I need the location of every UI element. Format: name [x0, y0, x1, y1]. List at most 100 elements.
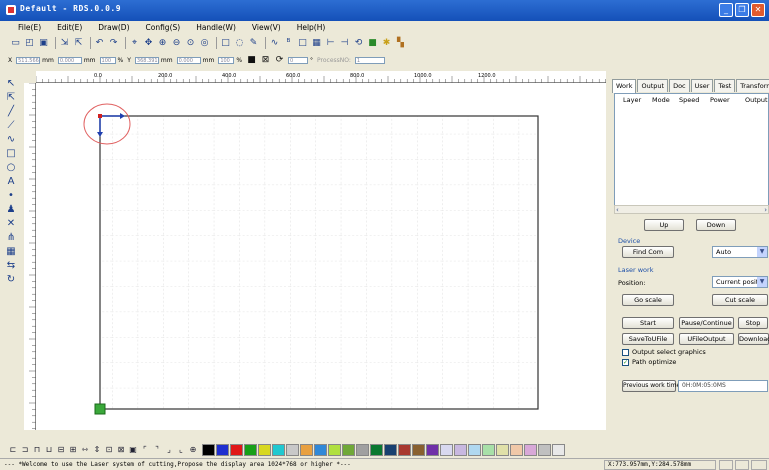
angle-field[interactable]: 0	[288, 56, 309, 64]
align-left-icon[interactable]: ⊏	[8, 445, 18, 455]
align-icon[interactable]: ▦	[311, 38, 322, 49]
top-left-icon[interactable]: ⌜	[140, 445, 150, 455]
rotate-icon[interactable]: ⟲	[353, 38, 364, 49]
pause-continue-button[interactable]: Pause/Continue	[679, 317, 734, 329]
curve-icon[interactable]: ∿	[269, 38, 280, 49]
pan-icon[interactable]: ✥	[143, 38, 154, 49]
layer-list[interactable]: Layer Mode Speed Power Output	[614, 93, 769, 210]
bottom-left-icon[interactable]: ⌞	[176, 445, 186, 455]
go-scale-button[interactable]: Go scale	[622, 294, 674, 306]
save-to-ufile-button[interactable]: SaveToUFile	[622, 333, 674, 345]
ungroup-icon[interactable]: ⊠	[116, 445, 126, 455]
align-bottom-icon[interactable]: ⊔	[44, 445, 54, 455]
tab-doc[interactable]: Doc	[669, 79, 690, 92]
group-icon[interactable]: ⊡	[104, 445, 114, 455]
minimize-icon[interactable]: _	[719, 3, 733, 17]
menu-draw[interactable]: Draw(D)	[90, 23, 137, 32]
process-no-field[interactable]: 1	[354, 56, 385, 64]
rotate-icon[interactable]: ↻	[2, 272, 20, 286]
color-swatch[interactable]	[510, 443, 523, 456]
down-button[interactable]: Down	[696, 219, 736, 231]
user-icon[interactable]: ♟	[2, 202, 20, 216]
color-swatch[interactable]	[552, 443, 565, 456]
rectangle-select-icon[interactable]: □	[220, 38, 231, 49]
path-optimize-checkbox[interactable]: ✓	[622, 359, 629, 366]
zoom-in-icon[interactable]: ⊕	[157, 38, 168, 49]
tab-user[interactable]: User	[690, 79, 714, 92]
select-icon[interactable]: ⌖	[129, 38, 140, 49]
ufile-output-button[interactable]: UFileOutput	[679, 333, 734, 345]
scroll-right-icon[interactable]: ›	[764, 206, 767, 214]
offset-icon[interactable]: ⇆	[2, 258, 20, 272]
x-field[interactable]: 511.566	[16, 56, 41, 64]
same-width-icon[interactable]: ⇿	[80, 445, 90, 455]
scale-y-field[interactable]: 100	[218, 56, 235, 64]
stop-button[interactable]: Stop	[738, 317, 768, 329]
menu-help[interactable]: Help(H)	[289, 23, 334, 32]
settings-icon[interactable]: ✱	[381, 38, 392, 49]
height-field[interactable]: 0.000	[176, 56, 201, 64]
color-swatch[interactable]	[524, 443, 537, 456]
com-port-select[interactable]: Auto ▼	[712, 246, 768, 258]
import-icon[interactable]: ⇲	[59, 38, 70, 49]
export-icon[interactable]: ⇱	[73, 38, 84, 49]
y-field[interactable]: 368.391	[134, 56, 159, 64]
work-area[interactable]	[36, 83, 606, 430]
frame-icon[interactable]: □	[297, 38, 308, 49]
undo-icon[interactable]: ↶	[94, 38, 105, 49]
download-button[interactable]: Download	[738, 333, 769, 345]
origin-point[interactable]	[94, 403, 106, 415]
center-icon[interactable]: ⊕	[188, 445, 198, 455]
tab-work[interactable]: Work	[612, 79, 637, 93]
color-swatch[interactable]	[468, 443, 481, 456]
color-swatch[interactable]	[454, 443, 467, 456]
new-file-icon[interactable]: ▭	[10, 38, 21, 49]
layer-list-scrollbar[interactable]: ‹ ›	[614, 205, 769, 214]
color-swatch[interactable]	[244, 443, 257, 456]
color-swatch[interactable]	[202, 443, 215, 456]
draw-icon[interactable]: ✎	[248, 38, 259, 49]
open-file-icon[interactable]: ◰	[24, 38, 35, 49]
width-field[interactable]: 0.000	[57, 56, 82, 64]
dot-icon[interactable]: •	[2, 188, 20, 202]
cut-scale-button[interactable]: Cut scale	[712, 294, 768, 306]
menu-file[interactable]: File(E)	[10, 23, 49, 32]
laser-icon[interactable]: ■	[367, 38, 378, 49]
tab-output[interactable]: Output	[637, 79, 669, 92]
color-swatch[interactable]	[482, 443, 495, 456]
color-swatch[interactable]	[216, 443, 229, 456]
color-swatch[interactable]	[230, 443, 243, 456]
color-swatch[interactable]	[440, 443, 453, 456]
up-button[interactable]: Up	[644, 219, 684, 231]
output-select-graphics-checkbox[interactable]	[622, 349, 629, 356]
text-icon[interactable]: A	[2, 174, 20, 188]
arrange-icon[interactable]: ▣	[128, 445, 138, 455]
ellipse-icon[interactable]: ○	[2, 160, 20, 174]
zoom-fit-icon[interactable]: ◎	[199, 38, 210, 49]
color-swatch[interactable]	[384, 443, 397, 456]
color-swatch[interactable]	[496, 443, 509, 456]
pointer-icon[interactable]: ↖	[2, 76, 20, 90]
menu-view[interactable]: View(V)	[244, 23, 289, 32]
scroll-left-icon[interactable]: ‹	[616, 206, 619, 214]
polyline-icon[interactable]: ⟋	[2, 118, 20, 132]
color-swatch[interactable]	[328, 443, 341, 456]
close-icon[interactable]: ✕	[751, 3, 765, 17]
color-swatch[interactable]	[258, 443, 271, 456]
grid-icon[interactable]: ▦	[2, 244, 20, 258]
find-com-button[interactable]: Find Com	[622, 246, 674, 258]
color-swatch[interactable]	[370, 443, 383, 456]
menu-edit[interactable]: Edit(E)	[49, 23, 90, 32]
color-swatch[interactable]	[286, 443, 299, 456]
curve-icon[interactable]: ∿	[2, 132, 20, 146]
rectangle-icon[interactable]: □	[2, 146, 20, 160]
color-swatch[interactable]	[314, 443, 327, 456]
menu-handle[interactable]: Handle(W)	[188, 23, 244, 32]
drawing-canvas[interactable]	[36, 83, 606, 430]
zoom-window-icon[interactable]: ⊙	[185, 38, 196, 49]
zoom-out-icon[interactable]: ⊖	[171, 38, 182, 49]
redo-icon[interactable]: ↷	[108, 38, 119, 49]
node-icon[interactable]: ⇱	[2, 90, 20, 104]
color-swatch[interactable]	[272, 443, 285, 456]
text-tool-icon[interactable]: ᴮ	[283, 38, 294, 49]
